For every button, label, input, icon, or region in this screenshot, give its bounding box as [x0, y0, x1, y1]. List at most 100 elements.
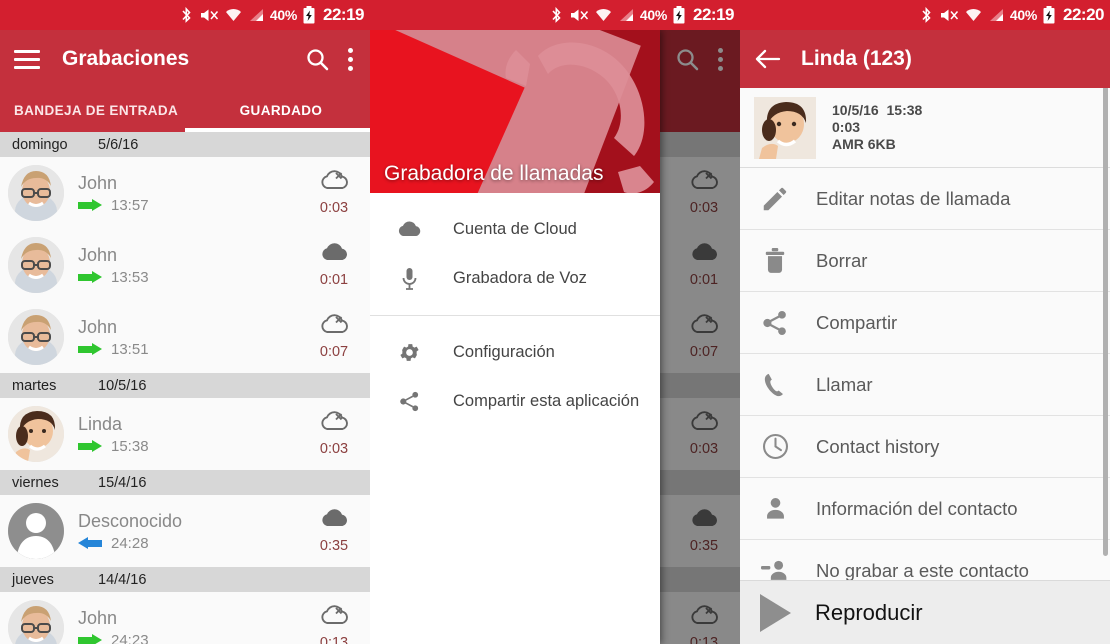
list-item[interactable]: Desconocido 24:28 0:35: [0, 495, 370, 567]
outgoing-call-arrow-icon: [78, 439, 102, 453]
menu-item-label: Llamar: [816, 373, 873, 395]
phone-icon: [756, 371, 794, 399]
overflow-menu-icon[interactable]: [348, 47, 353, 71]
detail-title: Linda (123): [801, 47, 912, 70]
contact-name: John: [78, 172, 118, 193]
menu-item-edit-notes[interactable]: Editar notas de llamada: [740, 168, 1110, 230]
list-item[interactable]: John 24:23 0:13: [0, 592, 370, 644]
search-icon[interactable]: [305, 47, 330, 72]
list-item[interactable]: John 13:51 0:07: [0, 301, 370, 373]
back-arrow-icon[interactable]: [754, 48, 781, 70]
play-button-label: Reproducir: [815, 599, 923, 625]
drawer-item-label: Compartir esta aplicación: [453, 392, 640, 410]
list-item[interactable]: John 13:53 0:01: [0, 229, 370, 301]
outgoing-call-arrow-icon: [78, 342, 102, 356]
menu-item-label: Compartir: [816, 311, 898, 333]
recordings-list: domingo 5/6/16 John 13:57 0:03 John 13:5…: [0, 132, 370, 644]
list-item-right: 0:07: [310, 314, 358, 360]
person-icon: [756, 495, 794, 522]
date-header-date: 15/4/16: [98, 474, 147, 491]
cloud-off-icon: [321, 170, 348, 189]
avatar: [8, 600, 64, 644]
date-header-day: martes: [12, 377, 57, 394]
wifi-icon: [225, 8, 241, 21]
call-time: 24:28: [111, 534, 149, 552]
menu-item-contact-info[interactable]: Información del contacto: [740, 478, 1110, 540]
tab-inbox[interactable]: BANDEJA DE ENTRADA: [0, 88, 192, 132]
cloud-off-icon: [321, 411, 348, 430]
list-item-meta: Desconocido 24:28: [78, 511, 310, 552]
recording-duration: 0:03: [832, 119, 861, 135]
date-header-date: 14/4/16: [98, 571, 147, 588]
mute-icon: [940, 9, 958, 21]
outgoing-call-arrow-icon: [78, 633, 102, 644]
gear-icon: [394, 341, 424, 364]
panel-navigation-drawer: 40% 22:19 Grabaciones BANDEJA DE ENTRADA…: [370, 0, 740, 644]
mute-icon: [200, 9, 218, 21]
duration: 0:35: [319, 538, 349, 554]
date-header-day: domingo: [12, 136, 68, 153]
drawer-header: Grabadora de llamadas: [370, 30, 660, 193]
contact-name: John: [78, 316, 118, 337]
list-item-right: 0:03: [310, 170, 358, 216]
avatar: [8, 309, 64, 365]
avatar: [8, 503, 64, 559]
contact-name: Linda: [78, 413, 123, 434]
bluetooth-icon: [922, 6, 931, 23]
status-clock: 22:19: [323, 5, 364, 24]
menu-item-share[interactable]: Compartir: [740, 292, 1110, 354]
call-time: 24:23: [111, 631, 149, 644]
list-item-meta: John 13:57: [78, 173, 310, 214]
clock-icon: [756, 432, 794, 461]
list-item-right: 0:03: [310, 411, 358, 457]
contact-name: John: [78, 244, 118, 265]
signal-icon: [619, 8, 633, 21]
scrollbar[interactable]: [1103, 86, 1108, 556]
outgoing-call-arrow-icon: [78, 198, 102, 212]
avatar: [8, 165, 64, 221]
signal-icon: [989, 8, 1003, 21]
tab-indicator: [185, 128, 370, 132]
drawer-spacer: [370, 193, 660, 205]
drawer-item-voice-recorder[interactable]: Grabadora de Voz: [370, 254, 660, 303]
date-header: martes 10/5/16: [0, 373, 370, 398]
list-item[interactable]: Linda 15:38 0:03: [0, 398, 370, 470]
status-clock: 22:19: [693, 5, 734, 24]
bluetooth-icon: [552, 6, 561, 23]
play-button[interactable]: Reproducir: [740, 580, 1110, 644]
tab-inbox-label: BANDEJA DE ENTRADA: [14, 102, 179, 118]
status-bar-left: 40% 22:19: [0, 0, 370, 30]
cloud-filled-icon: [394, 220, 424, 239]
list-item-right: 0:35: [310, 508, 358, 554]
menu-item-delete[interactable]: Borrar: [740, 230, 1110, 292]
drawer-item-cloud-account[interactable]: Cuenta de Cloud: [370, 205, 660, 254]
date-header: jueves 14/4/16: [0, 567, 370, 592]
pencil-icon: [756, 184, 794, 214]
drawer-item-share-app[interactable]: Compartir esta aplicación: [370, 377, 660, 426]
duration: 0:03: [319, 441, 349, 457]
date-header-day: viernes: [12, 474, 59, 491]
play-icon: [760, 593, 791, 632]
call-time: 13:51: [111, 340, 149, 358]
contact-name: John: [78, 607, 118, 628]
recording-time: 15:38: [886, 102, 923, 118]
menu-item-call[interactable]: Llamar: [740, 354, 1110, 416]
navigation-drawer: Grabadora de llamadas Cuenta de Cloud Gr…: [370, 30, 660, 644]
cloud-filled-icon: [322, 243, 348, 260]
drawer-item-label: Configuración: [453, 343, 555, 361]
menu-item-label: Contact history: [816, 435, 940, 457]
menu-item-label: Editar notas de llamada: [816, 187, 1011, 209]
duration: 0:03: [319, 200, 349, 216]
cloud-filled-icon: [322, 509, 348, 526]
battery-charging-icon: [673, 6, 685, 24]
call-time: 13:53: [111, 268, 149, 286]
date-header-date: 10/5/16: [98, 377, 147, 394]
menu-item-contact-history[interactable]: Contact history: [740, 416, 1110, 478]
drawer-item-settings[interactable]: Configuración: [370, 328, 660, 377]
tab-saved[interactable]: GUARDADO: [192, 88, 370, 132]
three-panel-screenshot: 40% 22:19 Grabaciones BANDEJA DE ENTRADA…: [0, 0, 1110, 644]
list-item[interactable]: John 13:57 0:03: [0, 157, 370, 229]
incoming-call-arrow-icon: [78, 536, 102, 550]
hamburger-icon[interactable]: [14, 49, 40, 69]
status-bar-right: 40% 22:20: [740, 0, 1110, 30]
